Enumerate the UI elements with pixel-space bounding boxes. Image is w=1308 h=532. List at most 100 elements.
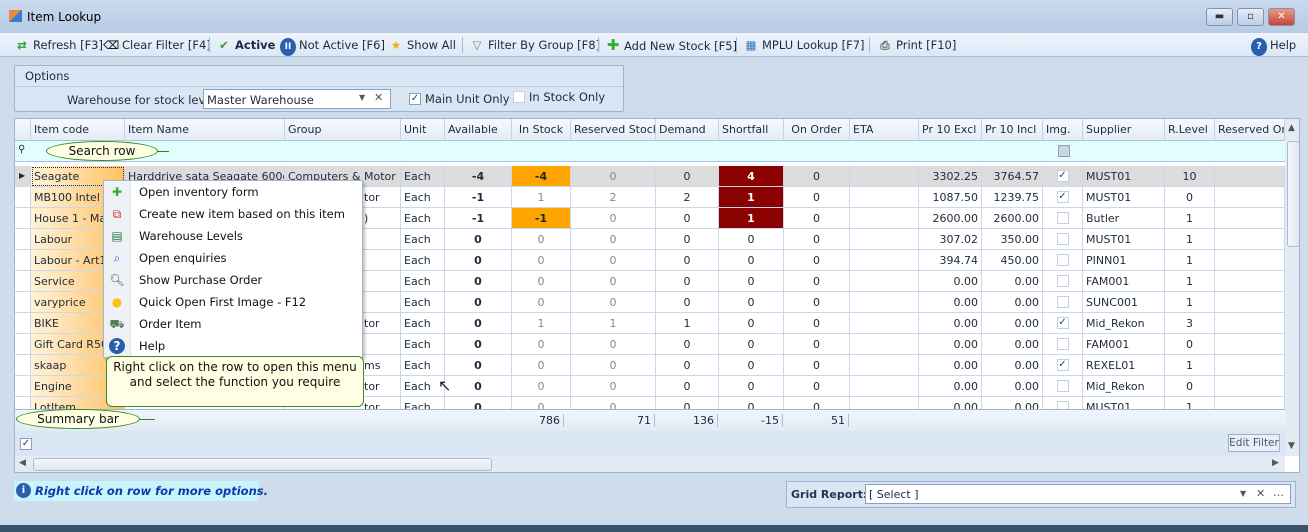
img-checkbox[interactable]: [1056, 275, 1069, 287]
cell-available: 0: [445, 271, 512, 292]
img-checkbox[interactable]: [1056, 254, 1069, 266]
cell-r-level: 3: [1165, 313, 1215, 334]
cell-supplier: Butler: [1083, 208, 1165, 229]
active-button[interactable]: ✔ Active: [216, 36, 275, 54]
cell-shortfall: 1: [719, 208, 784, 229]
column-header-pr10-excl[interactable]: Pr 10 Excl: [919, 119, 982, 141]
img-checkbox[interactable]: ✓: [1056, 191, 1069, 203]
img-checkbox[interactable]: [1056, 233, 1069, 245]
callout-line: [157, 151, 169, 152]
minimize-button[interactable]: ▬: [1206, 8, 1233, 26]
column-header-r-level[interactable]: R.Level: [1165, 119, 1215, 141]
cell-in-stock: 1: [512, 313, 571, 334]
magnifier-doc-icon: 🔍︎: [109, 273, 125, 287]
main-unit-only-checkbox[interactable]: ✓: [409, 93, 421, 105]
column-header-eta[interactable]: ETA: [850, 119, 919, 141]
close-button[interactable]: ✕: [1268, 8, 1295, 26]
column-header-in-stock[interactable]: In Stock: [512, 119, 571, 141]
cell-available: 0: [445, 250, 512, 271]
print-button[interactable]: ⎙ Print [F10]: [877, 36, 956, 54]
column-header-on-order[interactable]: On Order: [784, 119, 850, 141]
cell-demand: 0: [656, 334, 719, 355]
warehouse-select[interactable]: Master Warehouse ▼ ✕: [203, 89, 391, 109]
refresh-icon: ⇄: [17, 38, 27, 52]
maximize-button[interactable]: ▫: [1237, 8, 1264, 26]
cell-on-order: 0: [784, 229, 850, 250]
cell-reserved-on: [1215, 187, 1285, 208]
cell-unit: Each: [401, 271, 445, 292]
column-header-unit[interactable]: Unit: [401, 119, 445, 141]
menu-item-open-enquiries[interactable]: ⌕ Open enquiries: [104, 247, 362, 269]
divider: [15, 86, 623, 87]
menu-item-create-new-item-based-on-this-item[interactable]: ⧉ Create new item based on this item: [104, 203, 362, 225]
cell-unit: Each: [401, 355, 445, 376]
toolbar: ⇄ Refresh [F3] ⌫ Clear Filter [F4] ✔ Active…: [0, 33, 1308, 57]
context-menu: ✚ Open inventory form ⧉ Create new item bas…: [103, 180, 363, 358]
scroll-left-icon[interactable]: ◀: [19, 458, 26, 468]
refresh-button[interactable]: ⇄ Refresh [F3]: [14, 36, 103, 54]
chevron-down-icon[interactable]: ▼: [1240, 489, 1246, 498]
scroll-down-icon[interactable]: ▼: [1288, 441, 1295, 451]
img-checkbox[interactable]: [1056, 212, 1069, 224]
cell-on-order: 0: [784, 355, 850, 376]
cell-img: [1043, 334, 1083, 355]
show-all-button[interactable]: ★ Show All: [388, 36, 456, 54]
horizontal-scroll-thumb[interactable]: [33, 458, 492, 471]
vertical-scroll-thumb[interactable]: [1287, 141, 1299, 247]
cell-available: 0: [445, 292, 512, 313]
column-header-demand[interactable]: Demand: [656, 119, 719, 141]
column-header-item-code[interactable]: Item code: [31, 119, 125, 141]
edit-filter-button[interactable]: Edit Filter: [1228, 434, 1280, 452]
menu-item-warehouse-levels[interactable]: ▤ Warehouse Levels: [104, 225, 362, 247]
column-header-supplier[interactable]: Supplier: [1083, 119, 1165, 141]
cell-r-level: 1: [1165, 250, 1215, 271]
vertical-scrollbar[interactable]: ▲ ▼: [1285, 119, 1299, 456]
menu-item-order-item[interactable]: ⛟ Order Item: [104, 313, 362, 335]
add-new-stock-button[interactable]: ✚ Add New Stock [F5]: [605, 36, 737, 54]
column-header-item-name[interactable]: Item Name: [125, 119, 285, 141]
cell-pr10-incl: 1239.75: [982, 187, 1043, 208]
image-circle-icon: ●: [111, 295, 123, 309]
menu-item-help[interactable]: ? Help: [104, 335, 362, 357]
chevron-down-icon[interactable]: ▼: [359, 93, 365, 102]
horizontal-scrollbar[interactable]: ◀ ▶: [15, 456, 1285, 472]
img-checkbox[interactable]: ✓: [1056, 317, 1069, 329]
clear-icon[interactable]: ✕: [1256, 487, 1265, 500]
column-header-reserved-on[interactable]: Reserved On: [1215, 119, 1285, 141]
scroll-right-icon[interactable]: ▶: [1272, 458, 1279, 468]
column-header-available[interactable]: Available: [445, 119, 512, 141]
cell-reserved-on: [1215, 376, 1285, 397]
scroll-up-icon[interactable]: ▲: [1288, 123, 1295, 133]
img-checkbox[interactable]: [1056, 338, 1069, 350]
clear-icon[interactable]: ✕: [374, 91, 383, 104]
menu-item-show-purchase-order[interactable]: 🔍︎ Show Purchase Order: [104, 269, 362, 291]
img-checkbox[interactable]: ✓: [1056, 359, 1069, 371]
left-splitter[interactable]: [0, 180, 6, 400]
menu-item-quick-open-first-image-f12[interactable]: ● Quick Open First Image - F12: [104, 291, 362, 313]
grid-report-select[interactable]: [ Select ] ▼ ✕ …: [865, 484, 1291, 504]
column-header-shortfall[interactable]: Shortfall: [719, 119, 784, 141]
not-active-button[interactable]: II Not Active [F6]: [280, 36, 385, 56]
column-header-group[interactable]: Group: [285, 119, 401, 141]
column-header-reserved-stock[interactable]: Reserved Stock: [571, 119, 656, 141]
cell-reserved-on: [1215, 292, 1285, 313]
img-checkbox[interactable]: ✓: [1056, 170, 1069, 182]
summary-reserved: 71: [571, 414, 655, 427]
menu-item-open-inventory-form[interactable]: ✚ Open inventory form: [104, 181, 362, 203]
img-checkbox[interactable]: [1056, 296, 1069, 308]
img-checkbox[interactable]: [1056, 380, 1069, 392]
column-header-img[interactable]: Img.: [1043, 119, 1083, 141]
cell-eta: [850, 292, 919, 313]
column-header-pr10-incl[interactable]: Pr 10 Incl: [982, 119, 1043, 141]
search-row[interactable]: ⚲: [15, 141, 1285, 162]
clear-filter-button[interactable]: ⌫ Clear Filter [F4]: [103, 36, 211, 54]
cell-img: [1043, 208, 1083, 229]
img-filter-checkbox[interactable]: [1058, 145, 1070, 157]
in-stock-only-checkbox[interactable]: [513, 91, 525, 103]
filter-enabled-checkbox[interactable]: ✓: [20, 438, 32, 450]
mplu-lookup-button[interactable]: ▦ MPLU Lookup [F7]: [743, 36, 865, 54]
help-button[interactable]: ? Help: [1251, 36, 1296, 56]
more-icon[interactable]: …: [1273, 486, 1284, 499]
filter-by-group-button[interactable]: ▽ Filter By Group [F8]: [469, 36, 601, 54]
cell-in-stock: 0: [512, 334, 571, 355]
